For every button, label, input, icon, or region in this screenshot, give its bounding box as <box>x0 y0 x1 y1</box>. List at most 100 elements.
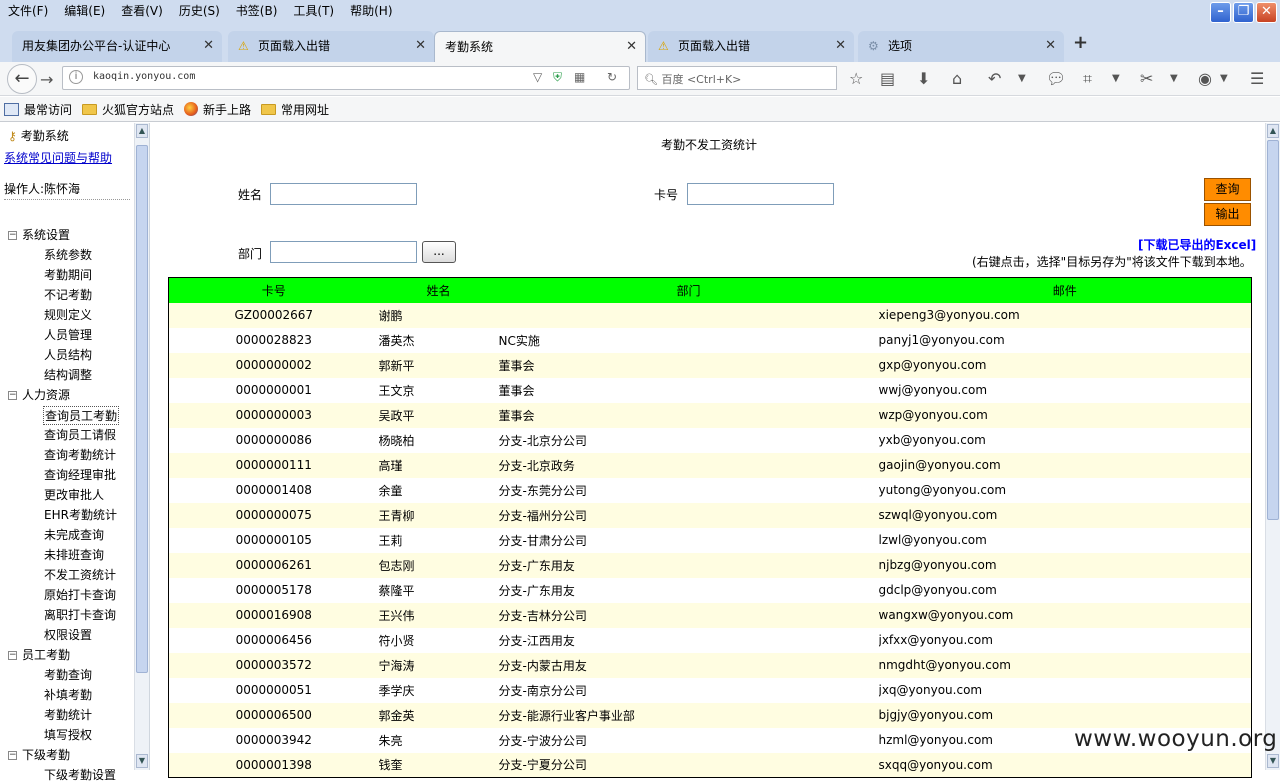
tree-item[interactable]: 考勤查询 <box>44 666 92 683</box>
menu-bookmarks[interactable]: 书签(B) <box>228 0 286 20</box>
tree-item[interactable]: 不发工资统计 <box>44 566 116 583</box>
tree-item[interactable]: 结构调整 <box>44 366 92 383</box>
tree-item[interactable]: 查询考勤统计 <box>44 446 116 463</box>
tree-item[interactable]: 下级考勤设置 <box>44 766 116 783</box>
tree-item[interactable]: 人员管理 <box>44 326 92 343</box>
department-input[interactable] <box>270 241 417 263</box>
tree-item[interactable]: EHR考勤统计 <box>44 506 117 523</box>
reload-icon[interactable]: ↻ <box>607 70 617 84</box>
scroll-down-icon[interactable]: ▼ <box>136 754 148 768</box>
tree-item[interactable]: 权限设置 <box>44 626 92 643</box>
back-arrow-icon[interactable]: ← <box>7 64 37 94</box>
tree-item[interactable]: 人员结构 <box>44 346 92 363</box>
cell-name: 朱亮 <box>378 727 499 753</box>
scroll-up-icon[interactable]: ▲ <box>136 124 148 138</box>
tab-load-error-1[interactable]: ⚠ 页面载入出错 ✕ <box>228 31 434 62</box>
tree-item[interactable]: 补填考勤 <box>44 686 92 703</box>
tree-item[interactable]: 未完成查询 <box>44 526 104 543</box>
tree-item[interactable]: 查询经理审批 <box>44 466 116 483</box>
tree-item[interactable]: 规则定义 <box>44 306 92 323</box>
cell-card: 0000000051 <box>168 677 379 703</box>
tree-item[interactable]: 未排班查询 <box>44 546 104 563</box>
new-tab-button[interactable]: + <box>1073 32 1088 53</box>
maximize-button[interactable]: ❐ <box>1233 2 1254 23</box>
left-scrollbar[interactable]: ▲ ▼ <box>134 123 149 770</box>
chevron-down-icon[interactable]: ▼ <box>1112 73 1120 84</box>
menu-edit[interactable]: 编辑(E) <box>56 0 113 20</box>
tree-item[interactable]: 查询员工请假 <box>44 426 116 443</box>
extension-icon[interactable]: ✂ <box>1140 69 1153 88</box>
search-input[interactable]: 🔍︎ 百度 <Ctrl+K> <box>637 66 837 90</box>
collapse-icon[interactable]: − <box>8 231 17 240</box>
bookmark-getting-started[interactable]: 新手上路 <box>180 101 257 118</box>
help-link[interactable]: 系统常见问题与帮助 <box>4 149 112 166</box>
tree-item[interactable]: 原始打卡查询 <box>44 586 116 603</box>
chat-icon[interactable]: 💬︎ <box>1046 69 1066 88</box>
shield-icon[interactable]: ⛨ <box>553 70 562 85</box>
menu-history[interactable]: 历史(S) <box>171 0 228 20</box>
home-icon[interactable]: ⌂ <box>952 69 962 88</box>
tree-group-employee-attendance[interactable]: − 员工考勤 <box>8 646 70 663</box>
tree-item[interactable]: 更改审批人 <box>44 486 104 503</box>
tree-item[interactable]: 离职打卡查询 <box>44 606 116 623</box>
collapse-icon[interactable]: − <box>8 391 17 400</box>
tab-attendance-system[interactable]: 考勤系统 ✕ <box>434 31 646 62</box>
main-scrollbar[interactable]: ▲ ▼ <box>1265 123 1280 770</box>
export-button[interactable]: 输出 <box>1204 203 1251 226</box>
chevron-down-icon[interactable]: ▼ <box>1018 73 1026 84</box>
tree-item[interactable]: 系统参数 <box>44 246 92 263</box>
close-window-button[interactable]: ✕ <box>1256 2 1277 23</box>
close-icon[interactable]: ✕ <box>1045 38 1056 53</box>
tree-item[interactable]: 考勤期间 <box>44 266 92 283</box>
collapse-icon[interactable]: − <box>8 751 17 760</box>
qr-code-icon[interactable]: ▦ <box>574 70 585 84</box>
scroll-thumb[interactable] <box>136 145 148 673</box>
tree-group-subordinate-attendance[interactable]: − 下级考勤 <box>8 746 70 763</box>
minimize-button[interactable]: – <box>1210 2 1231 23</box>
tree-item-selected[interactable]: 查询员工考勤 <box>43 406 120 425</box>
url-bar[interactable]: i kaoqin.yonyou.com ▽ ⛨ ▦ ↻ <box>62 66 630 90</box>
tree-item[interactable]: 填写授权 <box>44 726 92 743</box>
dropdown-triangle-icon[interactable]: ▽ <box>533 70 542 84</box>
close-icon[interactable]: ✕ <box>415 38 426 53</box>
chevron-down-icon[interactable]: ▼ <box>1170 73 1178 84</box>
menu-help[interactable]: 帮助(H) <box>342 0 400 20</box>
scroll-down-icon[interactable]: ▼ <box>1267 754 1279 768</box>
tree-item[interactable]: 不记考勤 <box>44 286 92 303</box>
scroll-up-icon[interactable]: ▲ <box>1267 124 1279 138</box>
tab-load-error-2[interactable]: ⚠ 页面载入出错 ✕ <box>648 31 854 62</box>
chevron-down-icon[interactable]: ▼ <box>1220 73 1228 84</box>
card-number-input[interactable] <box>687 183 834 205</box>
excel-download-link[interactable]: [下载已导出的Excel] <box>1138 236 1256 253</box>
table-header-row: 卡号 姓名 部门 邮件 <box>168 277 1252 303</box>
name-input[interactable] <box>270 183 417 205</box>
tree-item[interactable]: 考勤统计 <box>44 706 92 723</box>
tree-group-hr[interactable]: − 人力资源 <box>8 386 70 403</box>
globe-icon[interactable]: ◉ <box>1198 69 1212 88</box>
scroll-thumb[interactable] <box>1267 140 1279 520</box>
close-icon[interactable]: ✕ <box>835 38 846 53</box>
crop-icon[interactable]: ⌗ <box>1083 69 1092 89</box>
menu-view[interactable]: 查看(V) <box>113 0 171 20</box>
tab-auth-center[interactable]: 用友集团办公平台-认证中心 ✕ <box>12 31 222 62</box>
star-icon[interactable]: ☆ <box>849 69 863 88</box>
bookmark-most-visited[interactable]: 最常访问 <box>0 101 78 118</box>
cell-department: 分支-江西用友 <box>498 627 879 653</box>
tab-options[interactable]: ⚙ 选项 ✕ <box>858 31 1064 62</box>
tree-group-system-settings[interactable]: − 系统设置 <box>8 226 70 243</box>
reading-list-icon[interactable]: ▤ <box>880 69 895 88</box>
collapse-icon[interactable]: − <box>8 651 17 660</box>
query-button[interactable]: 查询 <box>1204 178 1251 201</box>
info-icon[interactable]: i <box>69 70 83 84</box>
department-picker-button[interactable]: ... <box>422 241 456 263</box>
close-icon[interactable]: ✕ <box>626 39 637 54</box>
menu-tools[interactable]: 工具(T) <box>285 0 342 20</box>
hamburger-menu-icon[interactable]: ☰ <box>1250 69 1264 88</box>
bookmark-common-sites[interactable]: 常用网址 <box>257 101 335 118</box>
menu-file[interactable]: 文件(F) <box>0 0 56 20</box>
close-icon[interactable]: ✕ <box>203 38 214 53</box>
forward-arrow-icon[interactable]: → <box>40 70 53 89</box>
bookmark-firefox-site[interactable]: 火狐官方站点 <box>78 101 180 118</box>
undo-icon[interactable]: ↶ <box>988 69 1001 88</box>
download-icon[interactable]: ⬇ <box>917 69 930 88</box>
